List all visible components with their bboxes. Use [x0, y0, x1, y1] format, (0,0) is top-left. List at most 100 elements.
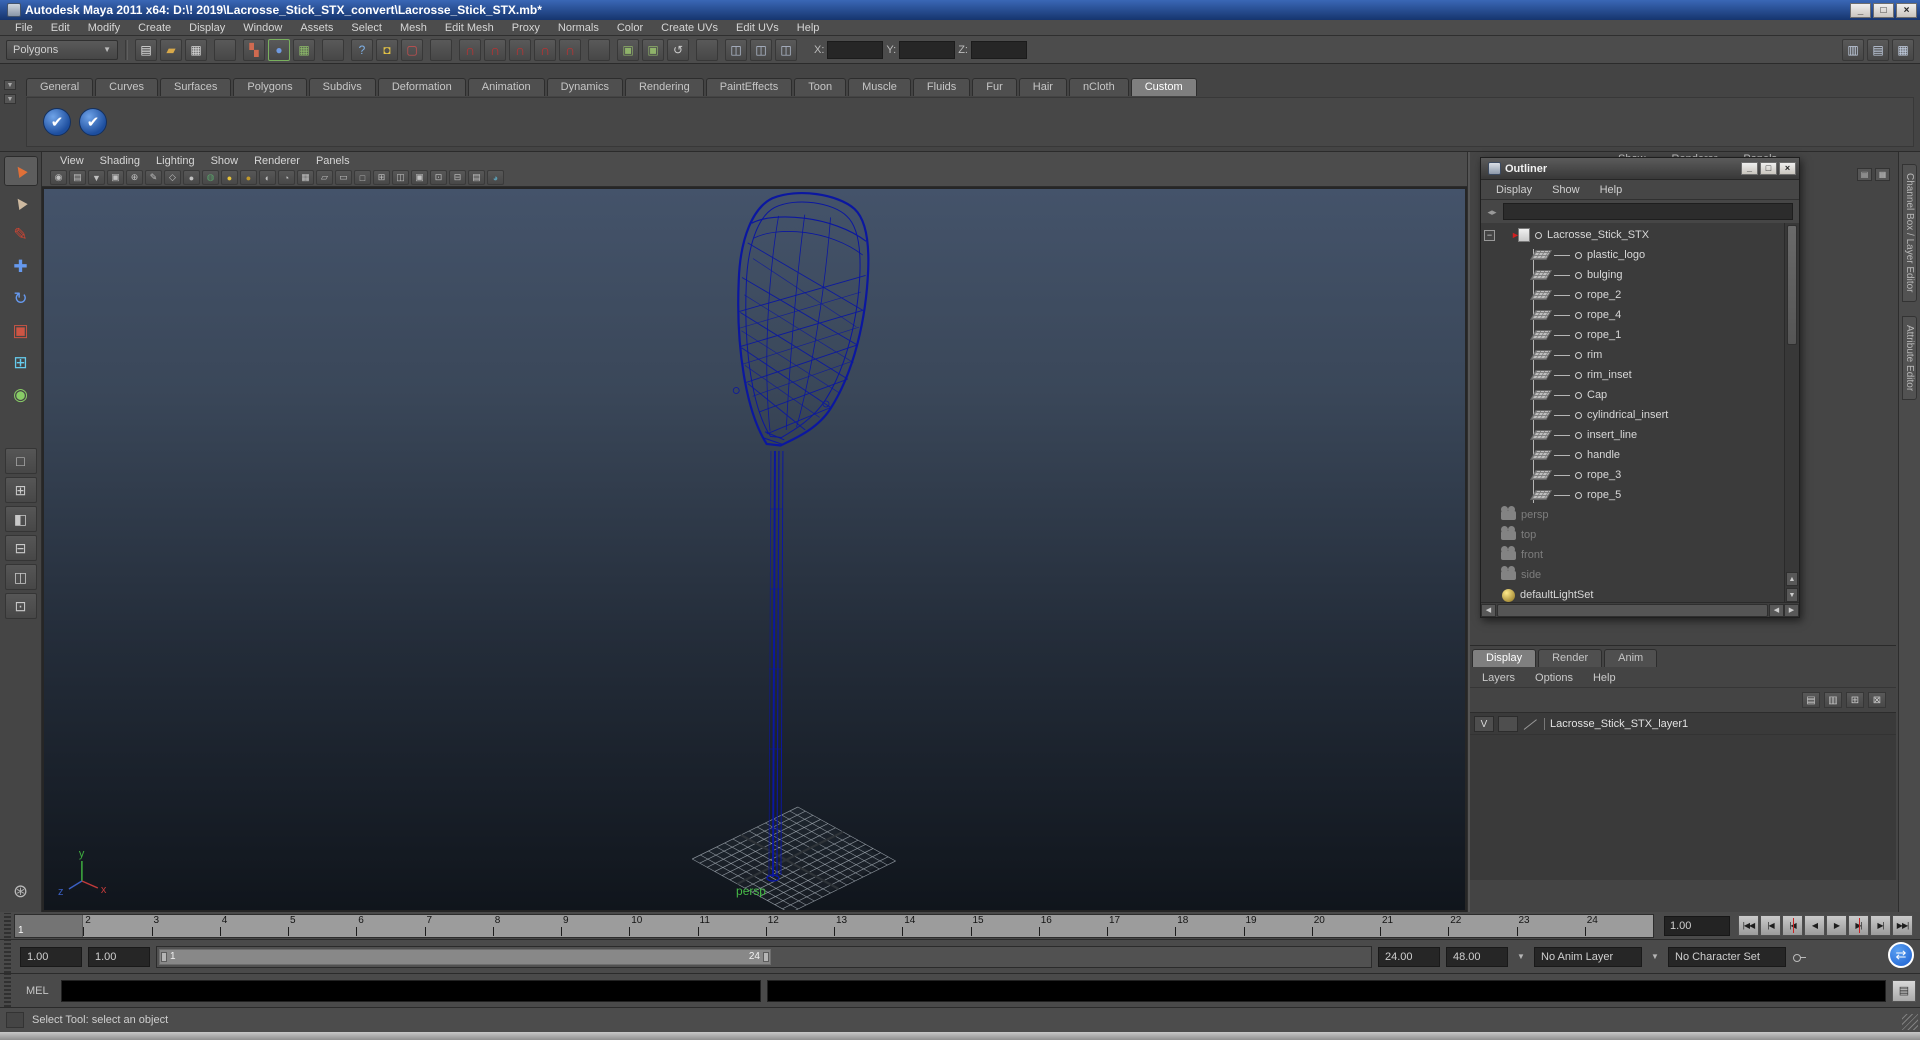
shelf-tab[interactable]: nCloth: [1068, 78, 1129, 96]
outliner-item[interactable]: bulging: [1481, 265, 1784, 285]
go-to-start-button[interactable]: |◀◀: [1738, 915, 1759, 936]
shelf-tab[interactable]: Custom: [1130, 78, 1197, 96]
save-scene-icon[interactable]: ▦: [185, 38, 207, 61]
layer-editor-tab[interactable]: Anim: [1604, 649, 1658, 667]
pane-split-icon[interactable]: ▦: [1875, 168, 1890, 181]
frame-cell[interactable]: 23: [1516, 915, 1585, 937]
select-camera-icon[interactable]: ◉: [50, 170, 67, 185]
use-all-lights-icon[interactable]: ●: [221, 170, 238, 185]
drag-handle[interactable]: [4, 974, 11, 1007]
side-tab[interactable]: Channel Box / Layer Editor: [1902, 164, 1917, 302]
default-material-icon[interactable]: ◕: [487, 170, 504, 185]
playback-end-field[interactable]: 24.00: [1378, 946, 1440, 967]
frame-cell[interactable]: 4: [219, 915, 288, 937]
frame-cell[interactable]: 17: [1107, 915, 1175, 937]
ipr-render-icon[interactable]: ◫: [750, 38, 772, 61]
frame-cell[interactable]: 8: [492, 915, 561, 937]
select-tool[interactable]: ►: [3, 156, 38, 186]
outliner-menu-item[interactable]: Display: [1487, 184, 1541, 196]
viewport-menu-item[interactable]: View: [52, 155, 92, 167]
minimize-button[interactable]: _: [1850, 2, 1871, 18]
divider[interactable]: [214, 38, 236, 61]
outliner-title-bar[interactable]: Outliner _ □ ×: [1481, 158, 1799, 180]
layer-list-icon[interactable]: ▥: [1824, 692, 1842, 708]
shelf-tab[interactable]: Surfaces: [159, 78, 232, 96]
frame-cell[interactable]: 12: [765, 915, 834, 937]
outliner-item[interactable]: cylindrical_insert: [1481, 405, 1784, 425]
universal-manipulator-tool[interactable]: ⊞: [4, 348, 38, 378]
outliner-menu-item[interactable]: Show: [1543, 184, 1589, 196]
show-tool-settings-icon[interactable]: ▤: [1867, 38, 1889, 61]
outliner-item[interactable]: rim_inset: [1481, 365, 1784, 385]
shadows-icon[interactable]: ●: [240, 170, 257, 185]
playback-start-field[interactable]: 1.00: [88, 946, 150, 967]
frame-cell[interactable]: 10: [629, 915, 697, 937]
menu-item[interactable]: Help: [788, 22, 829, 34]
viewport-menu-item[interactable]: Panels: [308, 155, 358, 167]
layer-editor-tab[interactable]: Render: [1538, 649, 1603, 667]
input-connections-icon[interactable]: ▣: [617, 38, 639, 61]
single-pane-layout-button[interactable]: □: [4, 448, 37, 474]
frame-cell[interactable]: 6: [356, 915, 424, 937]
mel-label[interactable]: MEL: [20, 985, 55, 997]
step-back-key-button[interactable]: |◀: [1782, 915, 1803, 936]
step-forward-frame-button[interactable]: ▶|: [1870, 915, 1891, 936]
outliner-horizontal-scrollbar[interactable]: ◀ ◀ ▶: [1481, 602, 1799, 617]
outliner-camera-item[interactable]: top: [1481, 525, 1784, 545]
layer-editor-menu-item[interactable]: Layers: [1474, 671, 1523, 685]
shelf-tab[interactable]: Curves: [95, 78, 158, 96]
show-channel-box-icon[interactable]: ▥: [1842, 38, 1864, 61]
menu-item[interactable]: File: [6, 22, 42, 34]
gate-mask-icon[interactable]: ▣: [411, 170, 428, 185]
current-frame-marker[interactable]: 1: [15, 914, 83, 937]
rotate-tool[interactable]: ↻: [4, 284, 38, 314]
shelf-tab[interactable]: Subdivs: [308, 78, 376, 96]
grease-pencil-icon[interactable]: ✎: [145, 170, 162, 185]
menu-item[interactable]: Proxy: [503, 22, 549, 34]
outliner-minimize-button[interactable]: _: [1741, 162, 1758, 175]
scroll-down-icon[interactable]: ▼: [1786, 588, 1798, 602]
snap-projected-center-icon[interactable]: ∩: [534, 38, 556, 61]
viewport-menu-item[interactable]: Lighting: [148, 155, 203, 167]
frame-cell[interactable]: 2: [83, 915, 151, 937]
menu-item[interactable]: Assets: [291, 22, 342, 34]
menu-item[interactable]: Create: [129, 22, 180, 34]
new-empty-layer-icon[interactable]: ⊞: [1846, 692, 1864, 708]
frame-cell[interactable]: 16: [1038, 915, 1107, 937]
menu-set-dropdown[interactable]: Polygons ▼: [6, 39, 118, 60]
two-pane-side-layout-button[interactable]: ◫: [4, 564, 37, 590]
remote-access-icon[interactable]: ⇄: [1888, 942, 1914, 968]
resolution-gate-icon[interactable]: ◫: [392, 170, 409, 185]
scale-tool[interactable]: ▣: [4, 316, 38, 346]
outliner-camera-item[interactable]: persp: [1481, 505, 1784, 525]
xray-joints-icon[interactable]: ▭: [335, 170, 352, 185]
chevron-down-icon[interactable]: ▼: [1514, 952, 1528, 961]
scrollbar-thumb[interactable]: [1787, 225, 1797, 345]
viewport-menu-item[interactable]: Show: [203, 155, 247, 167]
y-input[interactable]: [899, 40, 956, 59]
range-slider-track[interactable]: 1 24: [156, 945, 1372, 968]
outliner-lightset-item[interactable]: defaultLightSet: [1481, 585, 1784, 602]
play-backwards-button[interactable]: ◀: [1804, 915, 1825, 936]
pane-menu-icon[interactable]: ▤: [1857, 168, 1872, 181]
step-forward-key-button[interactable]: ▶|: [1848, 915, 1869, 936]
menu-item[interactable]: Edit UVs: [727, 22, 788, 34]
four-pane-layout-button[interactable]: ⊞: [4, 477, 37, 503]
scroll-up-icon[interactable]: ▲: [1786, 572, 1798, 586]
character-set-dropdown[interactable]: No Character Set: [1668, 946, 1786, 967]
hand-tool-icon[interactable]: ⊛: [13, 881, 28, 902]
outliner-camera-item[interactable]: side: [1481, 565, 1784, 585]
step-back-frame-button[interactable]: |◀: [1760, 915, 1781, 936]
outliner-item[interactable]: rope_2: [1481, 285, 1784, 305]
new-scene-icon[interactable]: ▤: [135, 38, 157, 61]
outliner-vertical-scrollbar[interactable]: ▲ ▼: [1784, 223, 1799, 602]
paint-selection-tool[interactable]: ✎: [4, 220, 38, 250]
outliner-maximize-button[interactable]: □: [1760, 162, 1777, 175]
outliner-item[interactable]: handle: [1481, 445, 1784, 465]
safe-action-icon[interactable]: ⊡: [430, 170, 447, 185]
shelf-tab[interactable]: Fur: [972, 78, 1017, 96]
outliner-item[interactable]: plastic_logo: [1481, 245, 1784, 265]
outliner-item[interactable]: rope_5: [1481, 485, 1784, 505]
layer-name[interactable]: Lacrosse_Stick_STX_layer1: [1544, 717, 1688, 730]
menu-item[interactable]: Create UVs: [652, 22, 727, 34]
